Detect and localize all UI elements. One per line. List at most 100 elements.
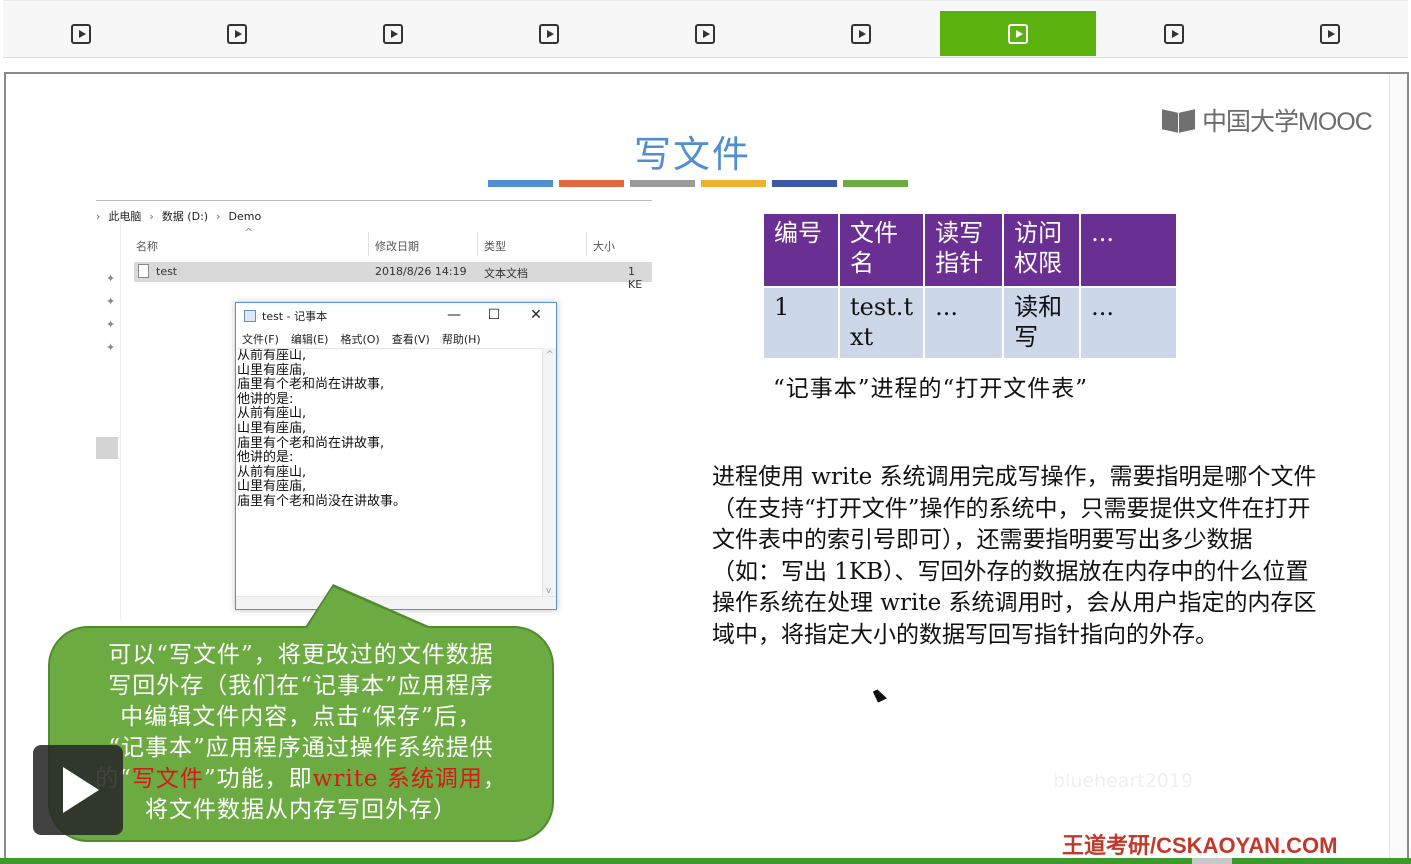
notepad-text-area[interactable]: 从前有座山, 山里有座庙, 庙里有个老和尚在讲故事, 他讲的是: 从前有座山, …: [237, 348, 545, 598]
footer-brand: 王道考研/CSKAOYAN.COM: [1062, 833, 1338, 858]
chapter-toolbar: [3, 0, 1408, 58]
maximize-icon[interactable]: ☐: [479, 307, 509, 323]
callout-pointer: [300, 587, 453, 639]
callout-line: 可以“写文件”，将更改过的文件数据: [108, 642, 494, 668]
play-icon: [71, 23, 91, 44]
table-header-row: 编号 文件 名 读写 指针 访问 权限 ...: [764, 214, 1177, 286]
book-icon: [1160, 105, 1198, 135]
chevron-right-icon: ›: [216, 209, 221, 223]
pin-icon[interactable]: ✦: [106, 295, 115, 308]
file-size: 1 KE: [628, 265, 643, 291]
mooc-logo-text: 中国大学MOOC: [1202, 108, 1373, 136]
description-paragraph: 操作系统在处理 write 系统调用时，会从用户指定的内存区域中，将指定大小的数…: [712, 590, 1317, 648]
callout-highlight: 写文件: [131, 766, 204, 792]
pin-icon[interactable]: ✦: [106, 318, 115, 331]
sort-up-icon: ^: [244, 226, 254, 239]
watermark: blueheart2019: [1053, 770, 1194, 792]
menu-format[interactable]: 格式(O): [340, 331, 379, 347]
chapter-button-1[interactable]: [3, 11, 159, 56]
play-icon: [383, 23, 403, 44]
open-file-table: 编号 文件 名 读写 指针 访问 权限 ... 1 test.t xt ... …: [762, 212, 1178, 360]
slide-title: 写文件: [634, 133, 751, 176]
mooc-logo: 中国大学MOOC: [1160, 102, 1373, 138]
table-cell: ...: [1081, 288, 1177, 358]
file-modified: 2018/8/26 14:19: [375, 265, 467, 278]
text-file-icon: [138, 264, 149, 278]
pin-icon[interactable]: ✦: [106, 341, 115, 354]
video-progress-bar[interactable]: [0, 858, 1411, 864]
menu-view[interactable]: 查看(V): [392, 331, 430, 347]
explanation-callout: 可以“写文件”，将更改过的文件数据 写回外存（我们在“记事本”应用程序 中编辑文…: [48, 626, 554, 842]
table-header-cell: 文件 名: [840, 214, 924, 286]
chapter-button-2[interactable]: [159, 11, 315, 56]
play-icon: [539, 23, 559, 44]
close-icon[interactable]: ✕: [521, 307, 551, 323]
table-header-cell: 读写 指针: [925, 214, 1003, 286]
breadcrumb-item[interactable]: 此电脑: [108, 208, 141, 224]
table-cell: 1: [764, 288, 838, 358]
slide-scrollbar[interactable]: [1389, 74, 1407, 864]
breadcrumb-item[interactable]: Demo: [228, 210, 261, 223]
table-cell: ...: [925, 288, 1003, 358]
column-header-modified[interactable]: 修改日期: [375, 238, 419, 254]
scroll-up-icon[interactable]: ^: [546, 350, 554, 360]
file-name: test: [156, 265, 178, 278]
title-bar-grey: [630, 180, 695, 187]
description-text: 进程使用 write 系统调用完成写操作，需要指明是哪个文件（在支持“打开文件”…: [712, 462, 1320, 651]
chapter-button-3[interactable]: [315, 11, 471, 56]
chapter-button-9[interactable]: [1252, 11, 1408, 56]
callout-line: 将文件数据从内存写回外存）: [145, 797, 457, 823]
nav-selected-item[interactable]: [96, 437, 118, 459]
column-header-name[interactable]: 名称: [136, 238, 158, 254]
breadcrumb-item[interactable]: 数据 (D:): [162, 208, 208, 224]
table-caption: “记事本”进程的“打开文件表”: [773, 376, 1089, 402]
table-row: 1 test.t xt ... 读和 写 ...: [764, 288, 1177, 358]
chapter-button-6[interactable]: [783, 11, 939, 56]
quick-access-pins: ✦ ✦ ✦ ✦: [106, 272, 115, 354]
play-icon: [1164, 23, 1184, 44]
notepad-icon: [244, 310, 256, 322]
chapter-button-7-active[interactable]: [940, 11, 1096, 56]
play-icon: [63, 767, 99, 813]
table-cell: test.t xt: [840, 288, 924, 358]
scroll-down-icon[interactable]: v: [546, 586, 551, 596]
table-cell: 读和 写: [1004, 288, 1080, 358]
callout-line: 的“写文件”功能，即write 系统调用，: [95, 766, 507, 792]
notepad-title: test - 记事本: [262, 310, 328, 323]
description-paragraph: 进程使用 write 系统调用完成写操作，需要指明是哪个文件（在支持“打开文件”…: [712, 464, 1317, 585]
table-header-cell: ...: [1081, 214, 1177, 286]
table-header-cell: 编号: [764, 214, 838, 286]
chapter-button-8[interactable]: [1096, 11, 1252, 56]
chapter-button-5[interactable]: [627, 11, 783, 56]
play-icon: [851, 23, 871, 44]
play-icon: [227, 23, 247, 44]
chevron-right-icon: ›: [96, 209, 101, 223]
file-type: 文本文档: [484, 267, 528, 280]
pin-icon[interactable]: ✦: [106, 272, 115, 285]
play-icon: [695, 23, 715, 44]
notepad-menubar: 文件(F) 编辑(E) 格式(O) 查看(V) 帮助(H): [242, 331, 481, 347]
menu-edit[interactable]: 编辑(E): [291, 331, 329, 347]
menu-file[interactable]: 文件(F): [242, 331, 279, 347]
title-bar-green: [843, 180, 908, 187]
notepad-vertical-scrollbar[interactable]: ^ v: [542, 348, 556, 598]
notepad-window: test - 记事本 — ☐ ✕ 文件(F) 编辑(E) 格式(O) 查看(V)…: [235, 302, 557, 610]
title-bar-orange: [559, 180, 624, 187]
file-row[interactable]: test 2018/8/26 14:19 文本文档 1 KE: [134, 262, 652, 291]
title-bar-blue: [488, 180, 553, 187]
column-header-type[interactable]: 类型: [484, 238, 506, 254]
title-bar-navy: [772, 180, 837, 187]
play-icon: [1320, 23, 1340, 44]
title-bar-yellow: [701, 180, 766, 187]
minimize-icon[interactable]: —: [439, 307, 469, 323]
column-header-size[interactable]: 大小: [593, 238, 615, 254]
play-icon: [1008, 23, 1028, 44]
table-header-cell: 访问 权限: [1004, 214, 1080, 286]
progress-handle[interactable]: [1192, 858, 1232, 864]
menu-help[interactable]: 帮助(H): [442, 331, 481, 347]
title-color-bars: [488, 180, 908, 187]
chapter-button-4[interactable]: [471, 11, 627, 56]
video-play-button[interactable]: [33, 745, 123, 835]
callout-line: 写回外存（我们在“记事本”应用程序: [108, 673, 494, 699]
callout-line: 中编辑文件内容，点击“保存”后，: [120, 704, 482, 730]
